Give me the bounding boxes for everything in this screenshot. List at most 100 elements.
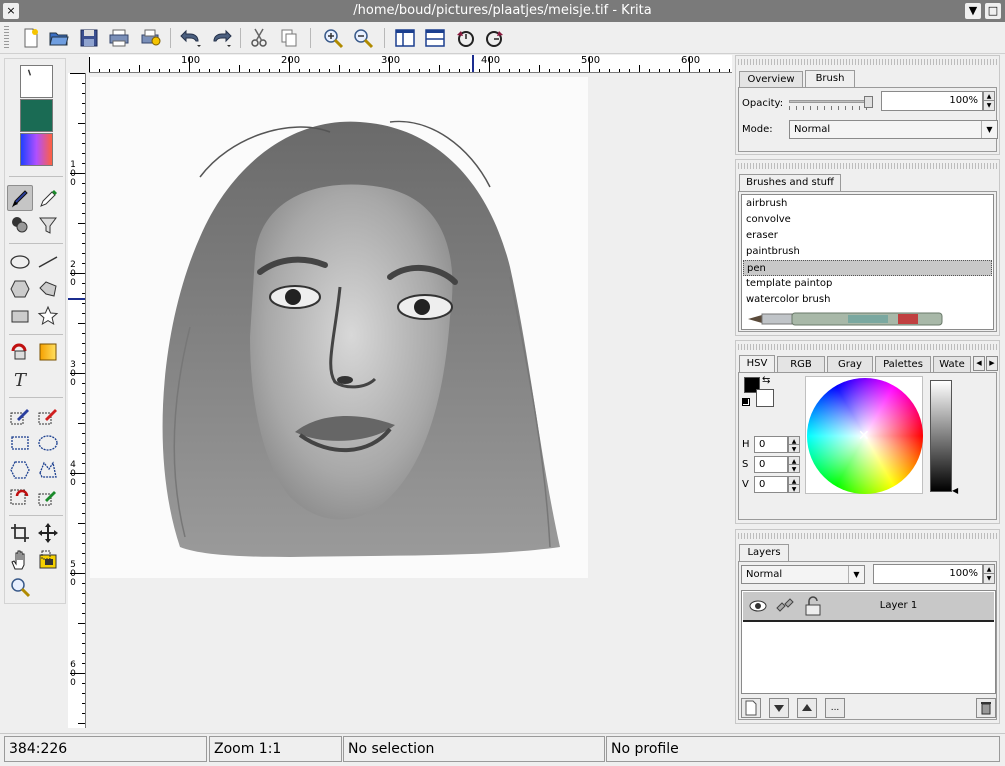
pan-tool-icon[interactable]: [7, 547, 33, 573]
gradient-swatch[interactable]: [20, 133, 53, 166]
v-spinner[interactable]: ▲ ▼: [788, 476, 800, 493]
list-item[interactable]: eraser: [743, 228, 992, 244]
tab-scroll-left-icon[interactable]: ◀: [973, 356, 985, 371]
cut-icon[interactable]: [246, 25, 272, 51]
layer-row[interactable]: Layer 1: [743, 592, 994, 622]
pencil-portrait-image[interactable]: [90, 77, 588, 578]
polygonal-select-tool-icon[interactable]: [7, 457, 33, 483]
rotate-left-icon[interactable]: [452, 25, 478, 51]
list-item[interactable]: watercolor brush: [743, 292, 992, 308]
gradient-tool-icon[interactable]: [35, 339, 61, 365]
new-document-icon[interactable]: [18, 25, 44, 51]
hue-saturation-wheel[interactable]: ✕: [805, 376, 923, 494]
contiguous-select-tool-icon[interactable]: [7, 484, 33, 510]
tab-rgb[interactable]: RGB: [777, 356, 825, 372]
dock-grip[interactable]: [738, 163, 997, 169]
value-slider-handle-icon[interactable]: ◀: [952, 486, 958, 495]
default-colors-icon[interactable]: [742, 398, 750, 406]
opacity-slider[interactable]: [789, 96, 873, 110]
list-item[interactable]: paintbrush: [743, 244, 992, 260]
duplicate-tool-icon[interactable]: [7, 212, 33, 238]
list-item[interactable]: convolve: [743, 212, 992, 228]
layer-mode-combo[interactable]: Normal ▼: [741, 565, 865, 584]
h-input[interactable]: 0: [754, 436, 788, 453]
move-layer-up-icon[interactable]: [797, 698, 817, 718]
horizontal-split-icon[interactable]: [422, 25, 448, 51]
layer-opacity-spinner[interactable]: ▲ ▼: [983, 564, 995, 584]
list-item[interactable]: airbrush: [743, 196, 992, 212]
save-icon[interactable]: [76, 25, 102, 51]
print-preview-icon[interactable]: [138, 25, 164, 51]
dock-grip[interactable]: [738, 59, 997, 65]
mode-combo[interactable]: Normal ▼: [789, 120, 998, 139]
tab-gray[interactable]: Gray: [827, 356, 873, 372]
fill-tool-icon[interactable]: [35, 212, 61, 238]
layer-opacity-input[interactable]: 100%: [873, 564, 983, 584]
zoom-out-icon[interactable]: [350, 25, 376, 51]
text-tool-icon[interactable]: T: [7, 366, 33, 392]
move-layer-down-icon[interactable]: [769, 698, 789, 718]
trash-icon[interactable]: [976, 698, 996, 718]
tab-brushes-and-stuff[interactable]: Brushes and stuff: [739, 174, 841, 191]
vertical-split-icon[interactable]: [392, 25, 418, 51]
s-spinner[interactable]: ▲ ▼: [788, 456, 800, 473]
transform-tool-icon[interactable]: [35, 547, 61, 573]
s-input[interactable]: 0: [754, 456, 788, 473]
opacity-input[interactable]: 100%: [881, 91, 983, 111]
zoom-in-icon[interactable]: [320, 25, 346, 51]
redo-icon[interactable]: [208, 25, 234, 51]
color-picker-tool-icon[interactable]: [35, 185, 61, 211]
color-range-select-tool-icon[interactable]: [35, 484, 61, 510]
window-menu-icon[interactable]: ▼: [965, 3, 981, 19]
list-item-selected[interactable]: pen: [743, 260, 992, 276]
select-eraser-tool-icon[interactable]: [35, 403, 61, 429]
swap-colors-icon[interactable]: ⇆: [762, 375, 770, 386]
tab-layers[interactable]: Layers: [739, 544, 789, 561]
tab-scroll-right-icon[interactable]: ▶: [986, 356, 998, 371]
opacity-spinner[interactable]: ▲ ▼: [983, 91, 995, 111]
dock-grip[interactable]: [738, 533, 997, 539]
line-tool-icon[interactable]: [35, 249, 61, 275]
rotate-right-icon[interactable]: [482, 25, 508, 51]
brush-tool-icon[interactable]: [7, 185, 33, 211]
crop-tool-icon[interactable]: [7, 520, 33, 546]
select-brush-tool-icon[interactable]: [7, 403, 33, 429]
list-item[interactable]: template paintop: [743, 276, 992, 292]
pattern-swatch[interactable]: [20, 99, 53, 132]
tab-hsv[interactable]: HSV: [739, 355, 775, 372]
rectangle-tool-icon[interactable]: [7, 303, 33, 329]
print-icon[interactable]: [106, 25, 132, 51]
h-spinner[interactable]: ▲ ▼: [788, 436, 800, 453]
undo-icon[interactable]: [178, 25, 204, 51]
fill-bucket-tool-icon[interactable]: [7, 339, 33, 365]
ellipse-tool-icon[interactable]: [7, 249, 33, 275]
layer-name[interactable]: Layer 1: [743, 600, 994, 611]
elliptical-select-tool-icon[interactable]: [35, 430, 61, 456]
zoom-tool-icon[interactable]: [7, 574, 33, 600]
tab-brush[interactable]: Brush: [805, 70, 855, 87]
tab-palettes[interactable]: Palettes: [875, 356, 931, 372]
copy-icon[interactable]: [276, 25, 302, 51]
polygon-tool-icon[interactable]: [7, 276, 33, 302]
dock-grip[interactable]: [738, 344, 997, 350]
maximize-icon[interactable]: □: [985, 3, 1001, 19]
canvas-area[interactable]: [87, 74, 732, 728]
open-document-icon[interactable]: [46, 25, 72, 51]
freehand-shape-tool-icon[interactable]: [35, 276, 61, 302]
toolbar-grip[interactable]: [4, 26, 9, 50]
move-tool-icon[interactable]: [35, 520, 61, 546]
v-input[interactable]: 0: [754, 476, 788, 493]
star-tool-icon[interactable]: [35, 303, 61, 329]
vertical-ruler: 100 200 300 400 500 600: [68, 73, 86, 728]
brush-shape-swatch[interactable]: [20, 65, 53, 98]
layer-properties-button[interactable]: ...: [825, 698, 845, 718]
new-layer-icon[interactable]: [741, 698, 761, 718]
cursor-coordinates: 384:226: [4, 736, 207, 762]
outline-select-tool-icon[interactable]: [35, 457, 61, 483]
value-slider[interactable]: [930, 380, 952, 492]
tab-watercolors[interactable]: Wate: [933, 356, 971, 372]
tab-overview[interactable]: Overview: [739, 71, 803, 87]
opacity-slider-handle[interactable]: [864, 96, 873, 108]
background-color-swatch[interactable]: [756, 389, 774, 407]
rectangular-select-tool-icon[interactable]: [7, 430, 33, 456]
